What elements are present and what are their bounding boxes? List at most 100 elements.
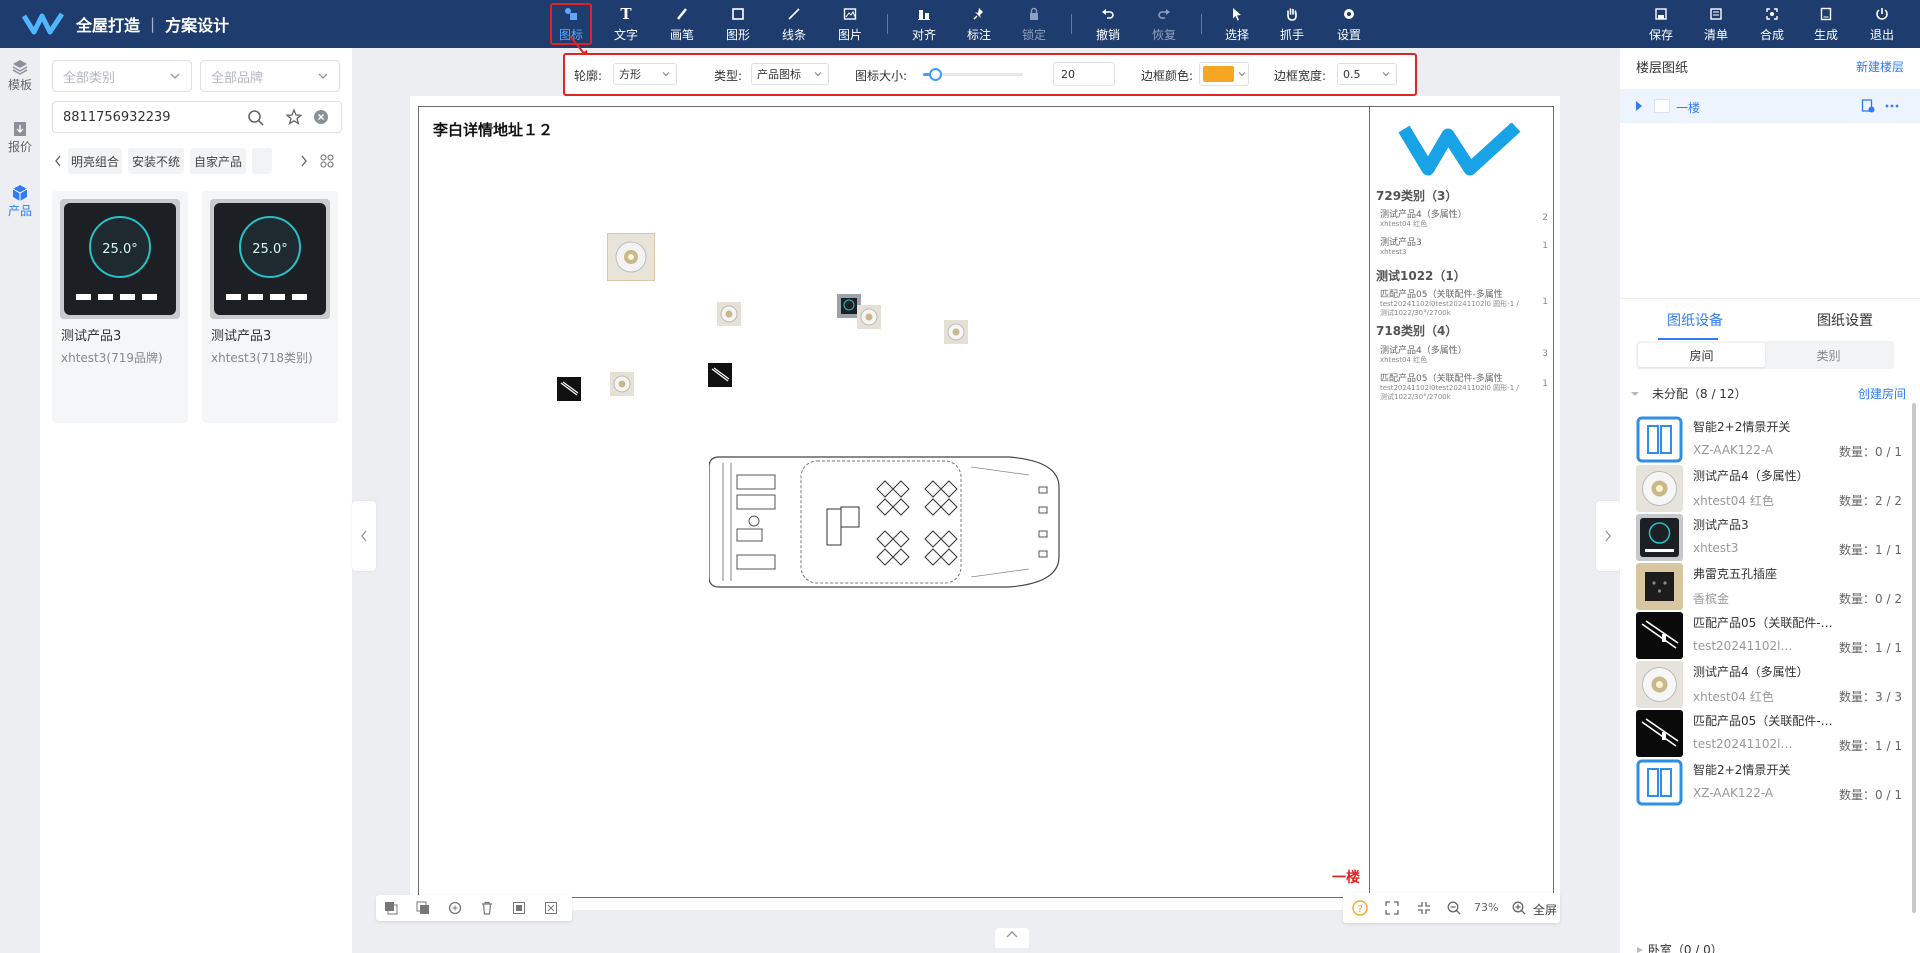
copy-icon[interactable] <box>384 901 398 915</box>
category-placeholder: 全部类别 <box>63 70 116 86</box>
rotate-icon[interactable] <box>448 901 462 915</box>
device-item[interactable]: 弗雷克五孔插座 香槟金 数量：0 / 2 <box>1636 562 1902 611</box>
tool-text[interactable]: T 文字 <box>608 0 644 48</box>
tag-item[interactable]: 明亮组合 <box>68 148 122 174</box>
category-select[interactable]: 全部类别 <box>52 60 192 92</box>
product-card[interactable]: 25.0° 测试产品3 xhtest3(718类别) <box>202 191 338 423</box>
device-item[interactable]: 测试产品3 xhtest3 数量：1 / 1 <box>1636 513 1902 562</box>
star-icon[interactable] <box>285 108 303 126</box>
list-button[interactable]: 清单 <box>1698 0 1734 48</box>
compose-button[interactable]: 合成 <box>1754 0 1790 48</box>
next-room-group[interactable]: 卧室（0 / 0） <box>1636 941 1723 953</box>
tool-undo[interactable]: 撤销 <box>1090 0 1126 48</box>
placed-light-icon[interactable] <box>717 302 741 326</box>
expand-icon[interactable] <box>1385 901 1399 915</box>
tool-image[interactable]: 图片 <box>832 0 868 48</box>
fit-icon[interactable] <box>544 901 558 915</box>
device-sub: XZ-AAK122-A <box>1693 786 1774 800</box>
zoom-in-icon[interactable] <box>1512 901 1526 915</box>
grid-icon[interactable] <box>320 154 334 168</box>
chevron-left-icon[interactable] <box>52 148 64 174</box>
device-item[interactable]: 智能2+2情景开关 XZ-AAK122-A 数量：0 / 1 <box>1636 415 1902 464</box>
tool-brush[interactable]: 画笔 <box>664 0 700 48</box>
tag-item-partial[interactable] <box>252 148 272 174</box>
generate-button[interactable]: 生成 <box>1808 0 1844 48</box>
collapse-bottom-toggle[interactable] <box>995 928 1029 948</box>
delete-icon[interactable] <box>480 901 494 915</box>
chevron-right-icon[interactable] <box>298 148 310 174</box>
tool-lock[interactable]: 锁定 <box>1016 0 1052 48</box>
zoom-out-icon[interactable] <box>1447 901 1461 915</box>
more-icon[interactable] <box>1884 99 1900 113</box>
legend-item-name: 测试产品4（多属性） <box>1380 346 1467 356</box>
outline-value: 方形 <box>619 68 641 81</box>
tool-shape[interactable]: 图形 <box>720 0 756 48</box>
exit-button[interactable]: 退出 <box>1864 0 1900 48</box>
tag-item[interactable]: 安装不统 <box>128 148 184 174</box>
size-slider[interactable] <box>923 68 1023 81</box>
placed-track-icon[interactable] <box>557 377 581 401</box>
placed-light-icon[interactable] <box>857 305 881 329</box>
track-light-icon <box>560 381 579 396</box>
floor-item[interactable]: 一楼 <box>1620 89 1920 123</box>
list-icon <box>1710 8 1722 20</box>
room-group-header[interactable]: 未分配（8 / 12） 创建房间 <box>1630 385 1906 405</box>
save-button[interactable]: 保存 <box>1643 0 1679 48</box>
fullscreen-button[interactable]: 全屏 <box>1533 901 1557 918</box>
fit-screen-icon[interactable] <box>1417 901 1431 915</box>
toolbar-divider <box>1071 14 1072 34</box>
tool-redo[interactable]: 恢复 <box>1146 0 1182 48</box>
tool-align[interactable]: 对齐 <box>906 0 942 48</box>
add-page-icon[interactable] <box>1861 99 1875 113</box>
tag-item[interactable]: 自家产品 <box>190 148 246 174</box>
nav-template[interactable]: 模板 <box>0 58 40 93</box>
seg-category[interactable]: 类别 <box>1765 343 1892 367</box>
save-icon <box>1655 8 1667 20</box>
zoom-toolbar: ? 73% 全屏 <box>1343 893 1560 923</box>
new-floor-button[interactable]: 新建楼层 <box>1856 58 1904 75</box>
help-icon[interactable]: ? <box>1352 900 1368 916</box>
device-item[interactable]: 智能2+2情景开关 XZ-AAK122-A 数量：0 / 1 <box>1636 758 1902 807</box>
placed-light-icon[interactable] <box>610 372 634 396</box>
border-color-picker[interactable] <box>1199 62 1249 86</box>
size-input[interactable]: 20 <box>1053 62 1115 86</box>
type-select[interactable]: 产品图标 <box>751 63 829 85</box>
border-width-select[interactable]: 0.5 <box>1337 63 1397 85</box>
device-qty: 数量：0 / 1 <box>1839 445 1902 459</box>
tool-settings[interactable]: 设置 <box>1331 0 1367 48</box>
device-item[interactable]: 匹配产品05（关联配件-多属性... test20241102l0t... 数量：1… <box>1636 709 1902 758</box>
size-slider-thumb[interactable] <box>929 68 942 81</box>
clear-icon[interactable] <box>313 109 329 125</box>
placed-track-icon[interactable] <box>708 363 732 387</box>
brand-select[interactable]: 全部品牌 <box>200 60 340 92</box>
tool-hand[interactable]: 抓手 <box>1274 0 1310 48</box>
search-icon[interactable] <box>247 109 265 127</box>
tool-annotate[interactable]: 标注 <box>961 0 997 48</box>
collapse-right-toggle[interactable] <box>1596 501 1620 571</box>
tool-line[interactable]: 线条 <box>776 0 812 48</box>
nav-product[interactable]: 产品 <box>0 184 40 219</box>
device-thumbnail <box>1636 514 1683 561</box>
drawing-page[interactable]: 李白详情地址１２ 一楼 729类别（3） 测试产品4（多属性） xhtest04… <box>410 96 1560 910</box>
placed-light-icon[interactable] <box>607 233 655 281</box>
seg-room[interactable]: 房间 <box>1638 343 1765 367</box>
duplicate-icon[interactable] <box>416 901 430 915</box>
tool-label: 对齐 <box>911 28 936 42</box>
collapse-left-toggle[interactable] <box>352 501 376 571</box>
device-item[interactable]: 测试产品4（多属性） xhtest04 红色 数量：2 / 2 <box>1636 464 1902 513</box>
tool-select[interactable]: 选择 <box>1219 0 1255 48</box>
seg-label: 房间 <box>1689 348 1714 363</box>
product-card[interactable]: 25.0° 测试产品3 xhtest3(719品牌) <box>52 191 188 423</box>
tab-settings[interactable]: 图纸设置 <box>1770 300 1920 340</box>
image-icon <box>843 8 857 20</box>
create-room-button[interactable]: 创建房间 <box>1858 385 1906 402</box>
tab-devices[interactable]: 图纸设备 <box>1620 300 1770 340</box>
caret-right-icon[interactable] <box>1634 100 1644 112</box>
outline-select[interactable]: 方形 <box>613 63 677 85</box>
nav-quote[interactable]: 报价 <box>0 120 40 155</box>
scrollbar[interactable] <box>1912 403 1916 913</box>
device-item[interactable]: 匹配产品05（关联配件-多属性... test20241102l0t... 数量：1… <box>1636 611 1902 660</box>
placed-light-icon[interactable] <box>944 320 968 344</box>
device-item[interactable]: 测试产品4（多属性） xhtest04 红色 数量：3 / 3 <box>1636 660 1902 709</box>
bring-front-icon[interactable] <box>512 901 526 915</box>
